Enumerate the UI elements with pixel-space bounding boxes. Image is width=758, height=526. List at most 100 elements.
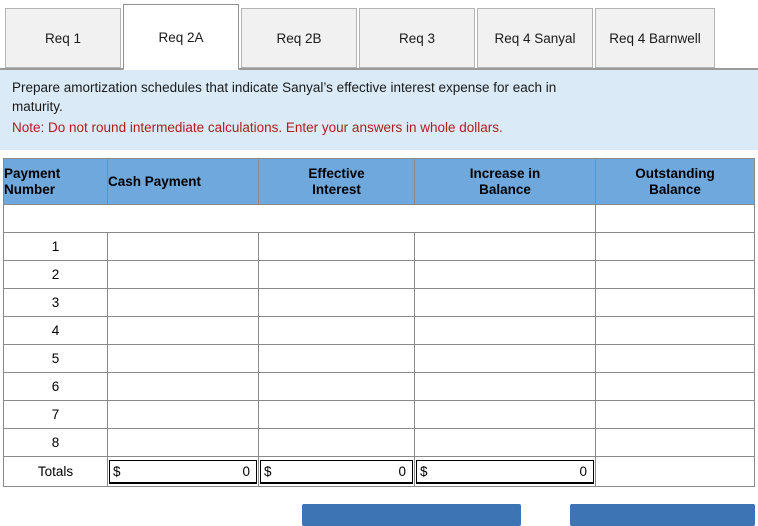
instruction-line-2: maturity. [12,99,63,114]
outstanding-balance-cell[interactable] [595,288,755,317]
cash-payment-cell[interactable] [107,260,259,289]
payment-number-cell: 5 [3,344,108,373]
column-header-increase-in-balance: Increase in Balance [414,158,596,205]
increase-in-balance-cell[interactable] [414,260,596,289]
cash-payment-cell[interactable] [107,400,259,429]
tab-label: Req 4 Barnwell [609,30,701,46]
increase-in-balance-cell[interactable] [414,372,596,401]
column-header-line-1: Increase in [469,165,541,181]
outstanding-balance-cell[interactable] [595,260,755,289]
table-row: 1 [3,232,755,261]
payment-number-cell: 6 [3,372,108,401]
spacer-cell [595,204,755,233]
effective-interest-cell[interactable] [258,288,415,317]
cash-payment-cell[interactable] [107,232,259,261]
table-row: 6 [3,372,755,401]
tab-req-1[interactable]: Req 1 [5,8,121,68]
cash-payment-cell[interactable] [107,344,259,373]
table-row: 2 [3,260,755,289]
table-spacer-row [3,204,755,233]
column-header-line-2: Balance [479,181,531,197]
tab-req-4-sanyal[interactable]: Req 4 Sanyal [477,8,593,68]
spacer-cell [3,204,596,233]
cash-payment-cell[interactable] [107,428,259,457]
table-header: Payment Number Cash Payment Effective In… [3,158,755,205]
column-header-payment-number: Payment Number [3,158,108,205]
payment-number-cell: 2 [3,260,108,289]
payment-number-cell: 8 [3,428,108,457]
next-requirement-button[interactable] [570,504,755,526]
cash-payment-cell[interactable] [107,288,259,317]
previous-requirement-button[interactable] [302,504,521,526]
column-header-line-2: Balance [649,181,701,197]
totals-amount-box: $0 [416,459,594,484]
column-header-line-1: Outstanding [635,165,715,181]
totals-amount-box: $0 [109,459,257,484]
outstanding-balance-cell[interactable] [595,372,755,401]
increase-in-balance-cell[interactable] [414,428,596,457]
instruction-line-1: Prepare amortization schedules that indi… [12,80,557,95]
tab-req-2a[interactable]: Req 2A [123,4,239,70]
effective-interest-cell[interactable] [258,372,415,401]
currency-symbol: $ [113,463,121,479]
effective-interest-cell[interactable] [258,344,415,373]
cash-payment-cell[interactable] [107,372,259,401]
outstanding-balance-cell[interactable] [595,344,755,373]
amortization-table: Payment Number Cash Payment Effective In… [3,158,755,487]
tab-strip: Req 1 Req 2A Req 2B Req 3 Req 4 Sanyal R… [0,0,758,70]
column-header-outstanding-balance: Outstanding Balance [595,158,755,205]
currency-symbol: $ [264,463,272,479]
increase-in-balance-cell[interactable] [414,288,596,317]
instruction-panel: Prepare amortization schedules that indi… [0,70,758,150]
tab-req-3[interactable]: Req 3 [359,8,475,68]
totals-effective-interest-cell[interactable]: $0 [258,456,415,487]
outstanding-balance-cell[interactable] [595,232,755,261]
column-header-line-1: Payment [4,165,61,181]
table-row: 5 [3,344,755,373]
tab-req-4-barnwell[interactable]: Req 4 Barnwell [595,8,715,68]
effective-interest-cell[interactable] [258,428,415,457]
amortization-schedule: Payment Number Cash Payment Effective In… [3,158,755,487]
payment-number-cell: 4 [3,316,108,345]
totals-amount-value: 0 [398,463,406,479]
payment-number-cell: 1 [3,232,108,261]
increase-in-balance-cell[interactable] [414,344,596,373]
column-header-line-2: Number [4,181,56,197]
increase-in-balance-cell[interactable] [414,232,596,261]
effective-interest-cell[interactable] [258,232,415,261]
table-row: 7 [3,400,755,429]
outstanding-balance-cell[interactable] [595,400,755,429]
currency-symbol: $ [420,463,428,479]
totals-increase-in-balance-cell[interactable]: $0 [414,456,596,487]
table-header-row: Payment Number Cash Payment Effective In… [3,158,755,205]
tab-label: Req 2B [276,30,322,46]
effective-interest-cell[interactable] [258,260,415,289]
column-header-line-1: Cash Payment [108,173,202,189]
instruction-note: Note: Do not round intermediate calculat… [12,120,503,135]
tab-label: Req 3 [398,30,436,46]
outstanding-balance-cell[interactable] [595,428,755,457]
table-row: 8 [3,428,755,457]
column-header-effective-interest: Effective Interest [258,158,415,205]
effective-interest-cell[interactable] [258,400,415,429]
tab-label: Req 4 Sanyal [494,30,576,46]
effective-interest-cell[interactable] [258,316,415,345]
cash-payment-cell[interactable] [107,316,259,345]
totals-label: Totals [3,456,108,487]
increase-in-balance-cell[interactable] [414,400,596,429]
payment-number-cell: 7 [3,400,108,429]
tab-label: Req 1 [44,30,82,46]
totals-row: Totals $0 $0 $0 [3,456,755,487]
tab-req-2b[interactable]: Req 2B [241,8,357,68]
totals-outstanding-balance-cell [595,456,755,487]
payment-number-cell: 3 [3,288,108,317]
totals-amount-box: $0 [260,459,413,484]
table-body: 1 2 3 4 5 6 7 8 Totals $0 $0 $0 [3,204,755,487]
column-header-cash-payment: Cash Payment [107,158,259,205]
outstanding-balance-cell[interactable] [595,316,755,345]
table-row: 4 [3,316,755,345]
totals-cash-payment-cell[interactable]: $0 [107,456,259,487]
totals-amount-value: 0 [579,463,587,479]
table-row: 3 [3,288,755,317]
increase-in-balance-cell[interactable] [414,316,596,345]
